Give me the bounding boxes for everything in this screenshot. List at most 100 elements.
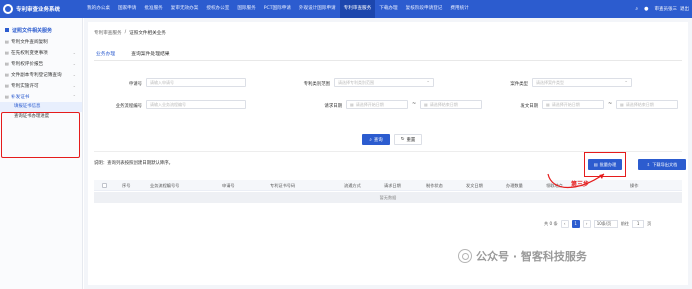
nav-tab[interactable]: 授权办公室 — [202, 0, 233, 18]
sidebar-item-label: 文件副本专利登记簿查询 — [11, 72, 62, 78]
nav-tab[interactable]: 复核阶段申请登记 — [402, 0, 447, 18]
calendar-icon: ▦ — [350, 102, 354, 107]
serial-label: 业务流程编号 — [115, 104, 142, 109]
current-page[interactable]: 1 — [571, 220, 580, 228]
annotation-arrow-svg — [547, 173, 605, 188]
nav-tab[interactable]: 国际服务 — [233, 0, 259, 18]
sidebar-item-label: 补发证书 — [11, 94, 30, 100]
prev-page-button[interactable]: ‹ — [560, 220, 569, 228]
user-name[interactable]: 审查员张三 — [655, 6, 678, 12]
chevron-down-icon: ⌄ — [72, 50, 76, 55]
refresh-icon: ↻ — [400, 137, 405, 142]
nav-tab[interactable]: 批准服务 — [140, 0, 166, 18]
breadcrumb-current: 证照文件相关业务 — [129, 31, 166, 36]
column-header: 流通方式 — [344, 183, 361, 188]
sidebar-item-label: 专利权评价报告 — [11, 61, 44, 67]
nav-tab[interactable]: PCT国际申请 — [260, 0, 295, 18]
next-page-button[interactable]: › — [582, 220, 591, 228]
nav-tabs: 我的办公桌 国家申请 批准服务 复审无效办案 授权办公室 国际服务 PCT国际申… — [83, 0, 473, 18]
main-area: 专利审查服务 / 证照文件相关业务 业务办理 查询案件处理结果 申请号 请输入申… — [84, 18, 692, 289]
reset-button-label: 重置 — [406, 137, 416, 143]
bell-icon[interactable]: ● — [644, 6, 648, 12]
app-type-select[interactable]: 请选择案件类型 — [532, 78, 632, 87]
date-range-separator: ~ — [412, 101, 417, 107]
column-header: 操作 — [630, 183, 639, 188]
req-date-start-placeholder: 请选择开始日期 — [355, 102, 384, 107]
app-root: 专利审查业务系统 我的办公桌 国家申请 批准服务 复审无效办案 授权办公室 国际… — [0, 0, 692, 289]
total-count: 共 0 条 — [544, 221, 558, 226]
app-title: 专利审查业务系统 — [16, 7, 61, 13]
column-header: 序号 — [122, 183, 131, 188]
page-unit: 页 — [647, 221, 652, 226]
logo-icon — [3, 4, 13, 14]
serial-input[interactable]: 请输入业务流程编号 — [146, 100, 246, 109]
top-nav-bar: 专利审查业务系统 我的办公桌 国家申请 批准服务 复审无效办案 授权办公室 国际… — [0, 0, 692, 18]
chevron-up-icon: ⌃ — [72, 94, 76, 99]
column-header: 申请号 — [222, 183, 235, 188]
nav-tab[interactable]: 外观设计国际申请 — [295, 0, 340, 18]
sidebar-item-register[interactable]: ▤ 文件副本专利登记簿查询 ⌄ — [0, 69, 82, 80]
req-date-label: 请求日期 — [324, 104, 342, 109]
column-header: 业务流程编号号 — [150, 183, 180, 188]
section-square-icon — [5, 28, 9, 32]
column-header: 专利证书号码 — [270, 183, 296, 188]
search-button-label: 查询 — [373, 137, 383, 143]
sidebar-item-evaluation[interactable]: ▤ 专利权评价报告 ⌄ — [0, 58, 82, 69]
nav-tab-active[interactable]: 专利审查服务 — [339, 0, 376, 18]
nav-tab[interactable]: 复审无效办案 — [167, 0, 203, 18]
nav-tab[interactable]: 我的办公桌 — [83, 0, 114, 18]
req-date-end[interactable]: ▦ 请选择结束日期 — [420, 100, 482, 109]
send-date-end[interactable]: ▦ 请选择结束日期 — [616, 100, 678, 109]
app-no-label: 申请号 — [128, 82, 142, 87]
breadcrumb-item[interactable]: 专利审查服务 — [94, 30, 122, 36]
logout-link[interactable]: 退出 — [680, 6, 689, 12]
chevron-down-icon: ⌄ — [72, 83, 76, 88]
sidebar-section-title[interactable]: 证照文件相关服务 — [0, 24, 82, 36]
sidebar-item-copy[interactable]: ▤ 专利文件查阅复制 — [0, 36, 82, 47]
sidebar-item-rights-change[interactable]: ▤ 在先权利变更事项 ⌄ — [0, 47, 82, 58]
date-range-separator: ~ — [608, 101, 613, 107]
req-date-end-placeholder: 请选择结束日期 — [429, 102, 458, 107]
search-button[interactable]: ⌕ 查询 — [362, 134, 390, 145]
sidebar-subitem-fill[interactable]: 填报证书信息 — [0, 102, 82, 112]
nav-tab[interactable]: 下载办理 — [375, 0, 401, 18]
sidebar-item-license[interactable]: ▤ 专利实施许可 ⌄ — [0, 80, 82, 91]
column-header: 请求日期 — [384, 183, 401, 188]
sidebar-title-label: 证照文件相关服务 — [12, 27, 53, 34]
chevron-down-icon: ⌄ — [72, 61, 76, 66]
breadcrumb-separator: / — [124, 30, 127, 35]
req-date-start[interactable]: ▦ 请选择开始日期 — [346, 100, 408, 109]
chevron-down-icon: ⌄ — [72, 72, 76, 77]
app-logo: 专利审查业务系统 — [0, 0, 83, 18]
download-button-label: 下载导出文档 — [652, 161, 678, 167]
nav-tab[interactable]: 国家申请 — [114, 0, 140, 18]
highlight-box-sidebar — [1, 112, 80, 158]
nav-tab[interactable]: 费用统计 — [446, 0, 472, 18]
calendar-icon: ▦ — [546, 102, 550, 107]
top-right-tools: ⌕ ● 审查员张三 退出 — [632, 0, 692, 18]
send-date-start[interactable]: ▦ 请选择开始日期 — [542, 100, 604, 109]
column-header: 办理数量 — [506, 183, 523, 188]
pagination: 共 0 条 ‹ 1 › 10条/页 前往 1 页 — [544, 220, 651, 228]
sidebar-item-label: 专利文件查阅复制 — [11, 39, 48, 45]
select-all-checkbox[interactable] — [102, 183, 107, 188]
category-select[interactable]: 请选择专利类别范围 — [334, 78, 434, 87]
app-no-input[interactable]: 请输入申请号 — [146, 78, 246, 87]
watermark-text: 公众号 · 智客科技服务 — [476, 250, 587, 263]
breadcrumb: 专利审查服务 / 证照文件相关业务 — [94, 30, 166, 36]
download-docs-button[interactable]: ⇩ 下载导出文档 — [638, 159, 686, 170]
calendar-icon: ▦ — [424, 102, 428, 107]
sidebar-item-reissue[interactable]: ▤ 补发证书 ⌃ — [0, 91, 82, 102]
wechat-icon — [458, 249, 472, 263]
reset-button[interactable]: ↻ 重置 — [394, 134, 422, 145]
list-note: 说明：查询列表按照创建日期默认降序。 — [94, 161, 174, 166]
goto-label: 前往 — [620, 221, 630, 226]
search-icon[interactable]: ⌕ — [635, 6, 638, 12]
content-card: 专利审查服务 / 证照文件相关业务 业务办理 查询案件处理结果 申请号 请输入申… — [88, 22, 688, 285]
sidebar-item-label: 专利实施许可 — [11, 83, 39, 89]
sidebar-item-label: 在先权利变更事项 — [11, 50, 48, 56]
page-size-select[interactable]: 10条/页 — [593, 220, 618, 228]
search-icon: ⌕ — [369, 137, 372, 143]
send-date-label: 发文日期 — [520, 104, 538, 109]
goto-page-input[interactable]: 1 — [632, 220, 645, 228]
